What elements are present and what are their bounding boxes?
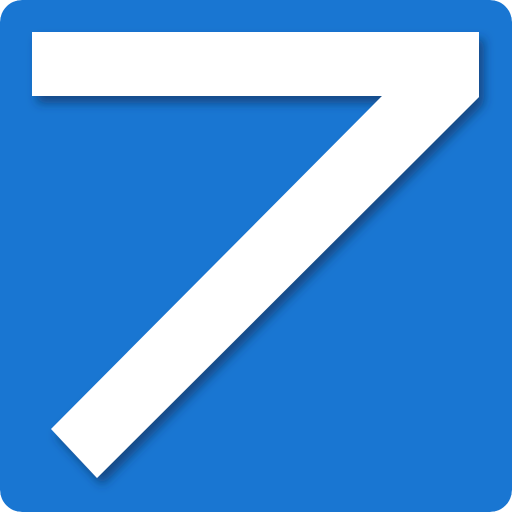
app-icon [0,0,512,512]
seven-icon [0,0,512,512]
